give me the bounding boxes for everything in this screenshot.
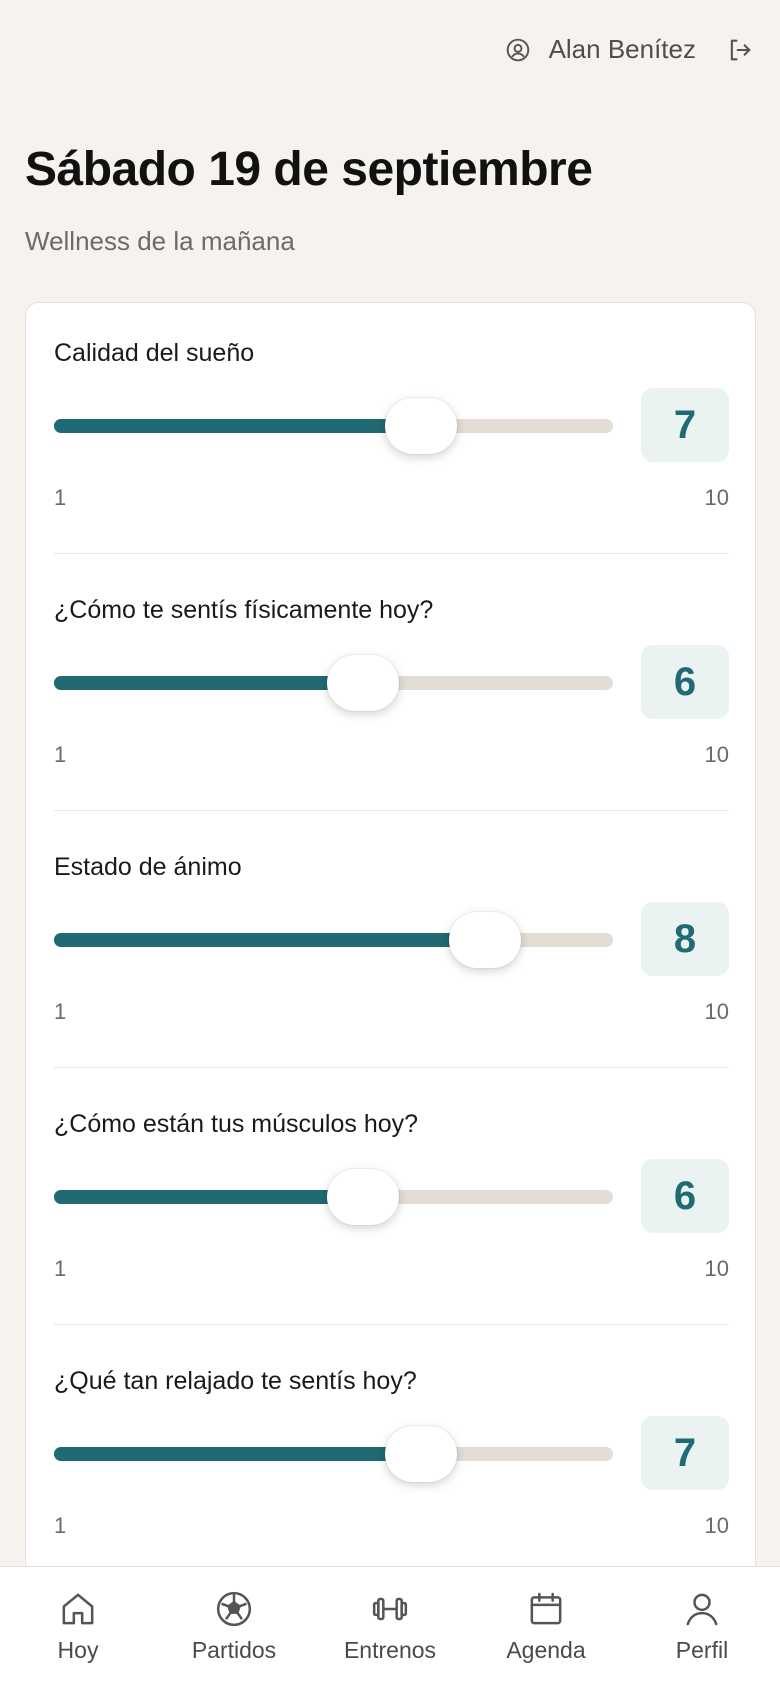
- app-root: Alan Benítez Sábado 19 de septiembre Wel…: [0, 0, 780, 1688]
- page-title: Sábado 19 de septiembre: [25, 143, 593, 196]
- calendar-icon: [526, 1589, 566, 1629]
- scale-max-label: 10: [704, 999, 729, 1024]
- nav-label: Hoy: [57, 1637, 99, 1663]
- slider-fill: [54, 933, 485, 947]
- question-sleep-quality: Calidad del sueño 7 1 10: [54, 303, 729, 560]
- question-relaxation: ¿Qué tan relajado te sentís hoy? 7 1 10: [54, 1331, 729, 1588]
- question-label: Estado de ánimo: [54, 853, 242, 881]
- logout-icon[interactable]: [726, 36, 754, 64]
- page-subtitle: Wellness de la mañana: [25, 226, 295, 256]
- value-display: 8: [641, 902, 729, 976]
- scale-min-label: 1: [54, 485, 67, 510]
- slider-fill: [54, 676, 363, 690]
- question-label: ¿Cómo te sentís físicamente hoy?: [54, 596, 434, 624]
- divider: [54, 553, 729, 554]
- scale-min-label: 1: [54, 999, 67, 1024]
- nav-label: Perfil: [675, 1637, 729, 1663]
- home-icon: [58, 1589, 98, 1629]
- question-label: ¿Cómo están tus músculos hoy?: [54, 1110, 419, 1138]
- dumbbell-icon: [370, 1589, 410, 1629]
- nav-item-partidos[interactable]: Partidos: [169, 1589, 299, 1664]
- divider: [54, 1067, 729, 1068]
- scale-max-label: 10: [704, 742, 729, 767]
- divider: [54, 810, 729, 811]
- question-muscles: ¿Cómo están tus músculos hoy? 6 1 10: [54, 1074, 729, 1331]
- nav-label: Partidos: [191, 1637, 277, 1663]
- slider-fill: [54, 1447, 421, 1461]
- bottom-nav: Hoy Partidos Entrenos Agenda Perfil: [0, 1566, 780, 1688]
- user-name[interactable]: Alan Benítez: [549, 34, 696, 65]
- user-icon: [682, 1589, 722, 1629]
- slider-thumb[interactable]: [326, 1169, 399, 1225]
- question-label: Calidad del sueño: [54, 339, 255, 367]
- scale-max-label: 10: [704, 1513, 729, 1538]
- slider-track[interactable]: [54, 655, 613, 711]
- user-circle-icon: [505, 37, 531, 63]
- scale-max-label: 10: [704, 485, 729, 510]
- slider-thumb[interactable]: [448, 912, 521, 968]
- scale-min-label: 1: [54, 1256, 67, 1281]
- value-display: 7: [641, 388, 729, 462]
- wellness-card: Calidad del sueño 7 1 10 ¿Cómo te sentís…: [25, 302, 756, 1688]
- slider-track[interactable]: [54, 1169, 613, 1225]
- scale-min-label: 1: [54, 1513, 67, 1538]
- slider-track[interactable]: [54, 398, 613, 454]
- soccer-ball-icon: [214, 1589, 254, 1629]
- nav-label: Agenda: [506, 1637, 586, 1663]
- nav-item-hoy[interactable]: Hoy: [13, 1589, 143, 1664]
- slider-track[interactable]: [54, 1426, 613, 1482]
- slider-thumb[interactable]: [384, 1426, 457, 1482]
- nav-item-agenda[interactable]: Agenda: [481, 1589, 611, 1664]
- nav-item-perfil[interactable]: Perfil: [637, 1589, 767, 1664]
- value-display: 7: [641, 1416, 729, 1490]
- slider-fill: [54, 419, 421, 433]
- divider: [54, 1324, 729, 1325]
- scale-max-label: 10: [704, 1256, 729, 1281]
- value-display: 6: [641, 645, 729, 719]
- question-physical-feeling: ¿Cómo te sentís físicamente hoy? 6 1 10: [54, 560, 729, 817]
- value-display: 6: [641, 1159, 729, 1233]
- nav-item-entrenos[interactable]: Entrenos: [325, 1589, 455, 1664]
- scale-min-label: 1: [54, 742, 67, 767]
- question-mood: Estado de ánimo 8 1 10: [54, 817, 729, 1074]
- slider-fill: [54, 1190, 363, 1204]
- nav-label: Entrenos: [343, 1637, 437, 1663]
- slider-thumb[interactable]: [326, 655, 399, 711]
- top-bar: Alan Benítez: [505, 34, 754, 65]
- question-label: ¿Qué tan relajado te sentís hoy?: [54, 1367, 417, 1395]
- slider-thumb[interactable]: [384, 398, 457, 454]
- slider-track[interactable]: [54, 912, 613, 968]
